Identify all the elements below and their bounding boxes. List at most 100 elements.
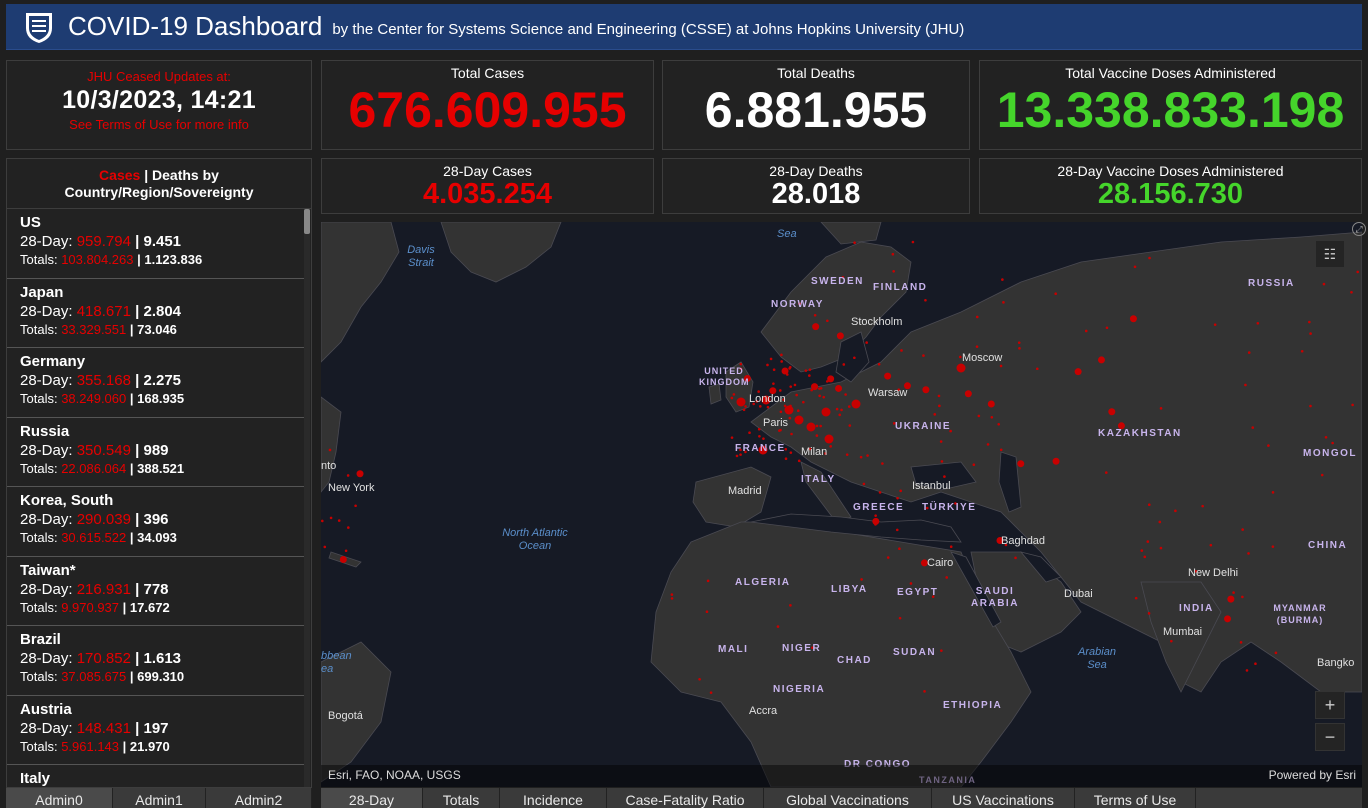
case-dot [1209,543,1213,547]
tab-global-vaccinations[interactable]: Global Vaccinations [764,788,932,808]
case-dot [1247,351,1251,354]
tot-prefix: Totals: [20,391,62,406]
case-dot [1245,669,1249,672]
total-deaths-value: 6.881.955 [704,82,928,138]
terms-note[interactable]: See Terms of Use for more info [7,117,311,132]
case-dot [782,369,786,373]
case-dot [1232,591,1235,594]
tab-admin1[interactable]: Admin1 [113,788,206,808]
case-dot [794,415,804,425]
case-dot [329,516,333,520]
city-madrid: Madrid [728,485,762,497]
tot-prefix: Totals: [20,252,62,267]
case-dot [1052,457,1060,465]
cases-total: 30.615.522 [61,530,127,545]
case-dot [1244,383,1247,387]
case-dot [844,393,847,396]
total-vaccine-panel: Total Vaccine Doses Administered 13.338.… [979,60,1362,150]
map-label-italy: ITALY [801,474,836,485]
case-dot [735,454,739,458]
expand-map-icon[interactable]: ⤢ [1352,222,1366,236]
case-dot [1108,408,1116,416]
list-item[interactable]: Germany 28-Day: 355.168 | 2.275 Totals: … [7,348,305,418]
list-item[interactable]: Italy [7,765,305,787]
case-dot [860,578,863,581]
case-dot [323,545,327,549]
last-update-panel: JHU Ceased Updates at: 10/3/2023, 14:21 … [6,60,312,150]
tab-28-day[interactable]: 28-Day [321,788,423,808]
case-dot [736,397,746,407]
tab-us-vaccinations[interactable]: US Vaccinations [932,788,1075,808]
city-baghdad: Baghdad [1001,535,1046,547]
tab-incidence[interactable]: Incidence [500,788,607,808]
world-map[interactable]: SWEDEN FINLAND NORWAY UNITED KINGDOM RUS… [321,222,1362,787]
cases-28day: 959.794 [76,233,131,250]
list-item[interactable]: US 28-Day: 959.794 | 9.451 Totals: 103.8… [7,209,305,279]
case-dot [347,526,350,529]
case-dot [939,440,943,443]
tab-totals[interactable]: Totals [423,788,500,808]
day-prefix: 28-Day: [20,441,77,459]
case-dot [899,489,902,493]
sea-caribbean-fragment: bbean [321,650,352,662]
case-dot [815,434,819,437]
case-dot [1241,595,1244,599]
case-dot [874,514,877,517]
list-scroll-thumb[interactable] [304,209,310,234]
case-dot [789,604,792,607]
case-dot [1014,556,1017,560]
deaths-total: 34.093 [137,530,177,545]
city-stockholm: Stockholm [851,316,903,328]
case-dot [1134,596,1138,600]
case-dot [840,408,843,412]
map-attribution: Esri, FAO, NOAA, USGS Powered by Esri [321,765,1362,787]
zoom-out-button[interactable]: − [1315,723,1345,751]
case-dot [842,363,846,366]
map-label-saudi-arabia: SAUDI ARABIA [971,586,1019,609]
zoom-in-button[interactable]: + [1315,691,1345,719]
tab-admin2[interactable]: Admin2 [206,788,312,808]
list-item[interactable]: Korea, South 28-Day: 290.039 | 396 Total… [7,487,305,557]
sep: | [133,252,145,267]
cases-28day: 170.852 [76,650,131,667]
legend-list-icon[interactable]: ☷ [1315,240,1345,268]
case-dot [1104,471,1108,474]
tab-case-fatality-ratio[interactable]: Case-Fatality Ratio [607,788,764,808]
sea-davis-strait: Davis Strait [407,244,435,269]
case-dot [1129,315,1137,323]
country-list-panel: Cases | Deaths by Country/Region/Soverei… [6,158,312,788]
sea-top-fragment: Sea [777,228,797,240]
sep: | [130,302,144,320]
tot-prefix: Totals: [20,669,62,684]
tab-terms-of-use[interactable]: Terms of Use [1075,788,1196,808]
list-item[interactable]: Brazil 28-Day: 170.852 | 1.613 Totals: 3… [7,626,305,696]
case-dot [808,374,811,377]
list-scrollbar[interactable] [304,209,310,787]
case-dot [806,422,816,432]
map-label-mali: MALI [718,644,749,655]
deaths-28day: 396 [143,511,169,528]
day-prefix: 28-Day: [20,511,77,528]
sep: | [126,321,138,337]
case-dot [346,474,350,477]
list-head-sep: | [140,167,153,183]
list-item[interactable]: Japan 28-Day: 418.671 | 2.804 Totals: 33… [7,279,305,348]
country-list[interactable]: US 28-Day: 959.794 | 9.451 Totals: 103.8… [7,209,305,787]
tab-admin0[interactable]: Admin0 [6,788,113,808]
case-dot [892,269,895,273]
case-dot [1140,549,1144,552]
deaths-total: 1.123.836 [144,252,203,267]
day-prefix: 28-Day: [20,302,77,320]
list-item[interactable]: Taiwan* 28-Day: 216.931 | 778 Totals: 9.… [7,557,305,626]
powered-by-esri[interactable]: Powered by Esri [1269,768,1356,782]
deaths-28day-label: 28-Day Deaths [769,163,863,179]
sep: | [119,738,130,754]
cases-total: 38.249.060 [61,391,127,406]
deaths-28day-panel: 28-Day Deaths 28.018 [662,158,970,214]
case-dot [1251,426,1255,429]
case-dot [1159,407,1163,410]
list-item[interactable]: Russia 28-Day: 350.549 | 989 Totals: 22.… [7,418,305,487]
deaths-28day: 9.451 [143,233,182,250]
vaccine-28day-panel: 28-Day Vaccine Doses Administered 28.156… [979,158,1362,214]
list-item[interactable]: Austria 28-Day: 148.431 | 197 Totals: 5.… [7,696,305,765]
